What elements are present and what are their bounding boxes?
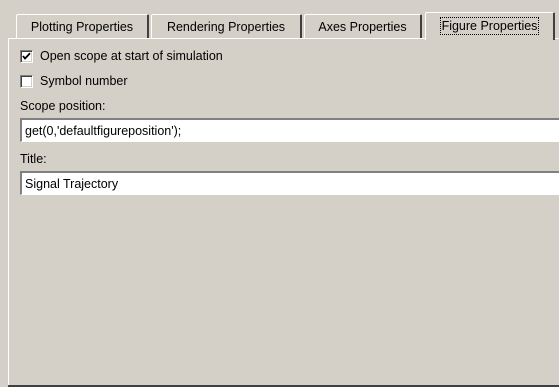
tab-strip: Plotting Properties Rendering Properties… (0, 0, 559, 40)
tab-label: Axes Properties (318, 19, 407, 34)
symbol-number-label: Symbol number (40, 74, 128, 88)
tab-axes-properties[interactable]: Axes Properties (304, 14, 422, 38)
figure-properties-panel: Open scope at start of simulation Symbol… (8, 38, 559, 387)
tab-plotting-properties[interactable]: Plotting Properties (16, 14, 149, 38)
tab-rendering-properties[interactable]: Rendering Properties (151, 14, 302, 38)
symbol-number-row[interactable]: Symbol number (20, 72, 128, 90)
open-scope-row[interactable]: Open scope at start of simulation (20, 47, 223, 65)
tab-label: Figure Properties (439, 16, 540, 35)
properties-dialog: Plotting Properties Rendering Properties… (0, 0, 559, 387)
symbol-number-checkbox[interactable] (20, 74, 33, 88)
scope-position-label: Scope position: (20, 99, 106, 113)
title-label: Title: (20, 152, 47, 166)
scope-position-input[interactable]: get(0,'defaultfigureposition'); (20, 118, 559, 142)
checkmark-icon (22, 52, 31, 60)
title-input[interactable]: Signal Trajectory (20, 171, 559, 195)
open-scope-label: Open scope at start of simulation (40, 49, 223, 63)
tab-figure-properties[interactable]: Figure Properties (425, 12, 555, 40)
tab-label: Rendering Properties (166, 19, 286, 34)
tab-label: Plotting Properties (30, 19, 134, 34)
open-scope-checkbox[interactable] (20, 49, 33, 63)
